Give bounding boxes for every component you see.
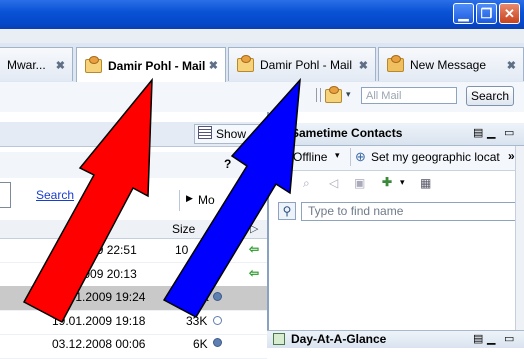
- annotation-arrows: [22, 77, 301, 324]
- blue-arrow-icon: [162, 77, 301, 318]
- red-arrow-icon: [22, 77, 153, 324]
